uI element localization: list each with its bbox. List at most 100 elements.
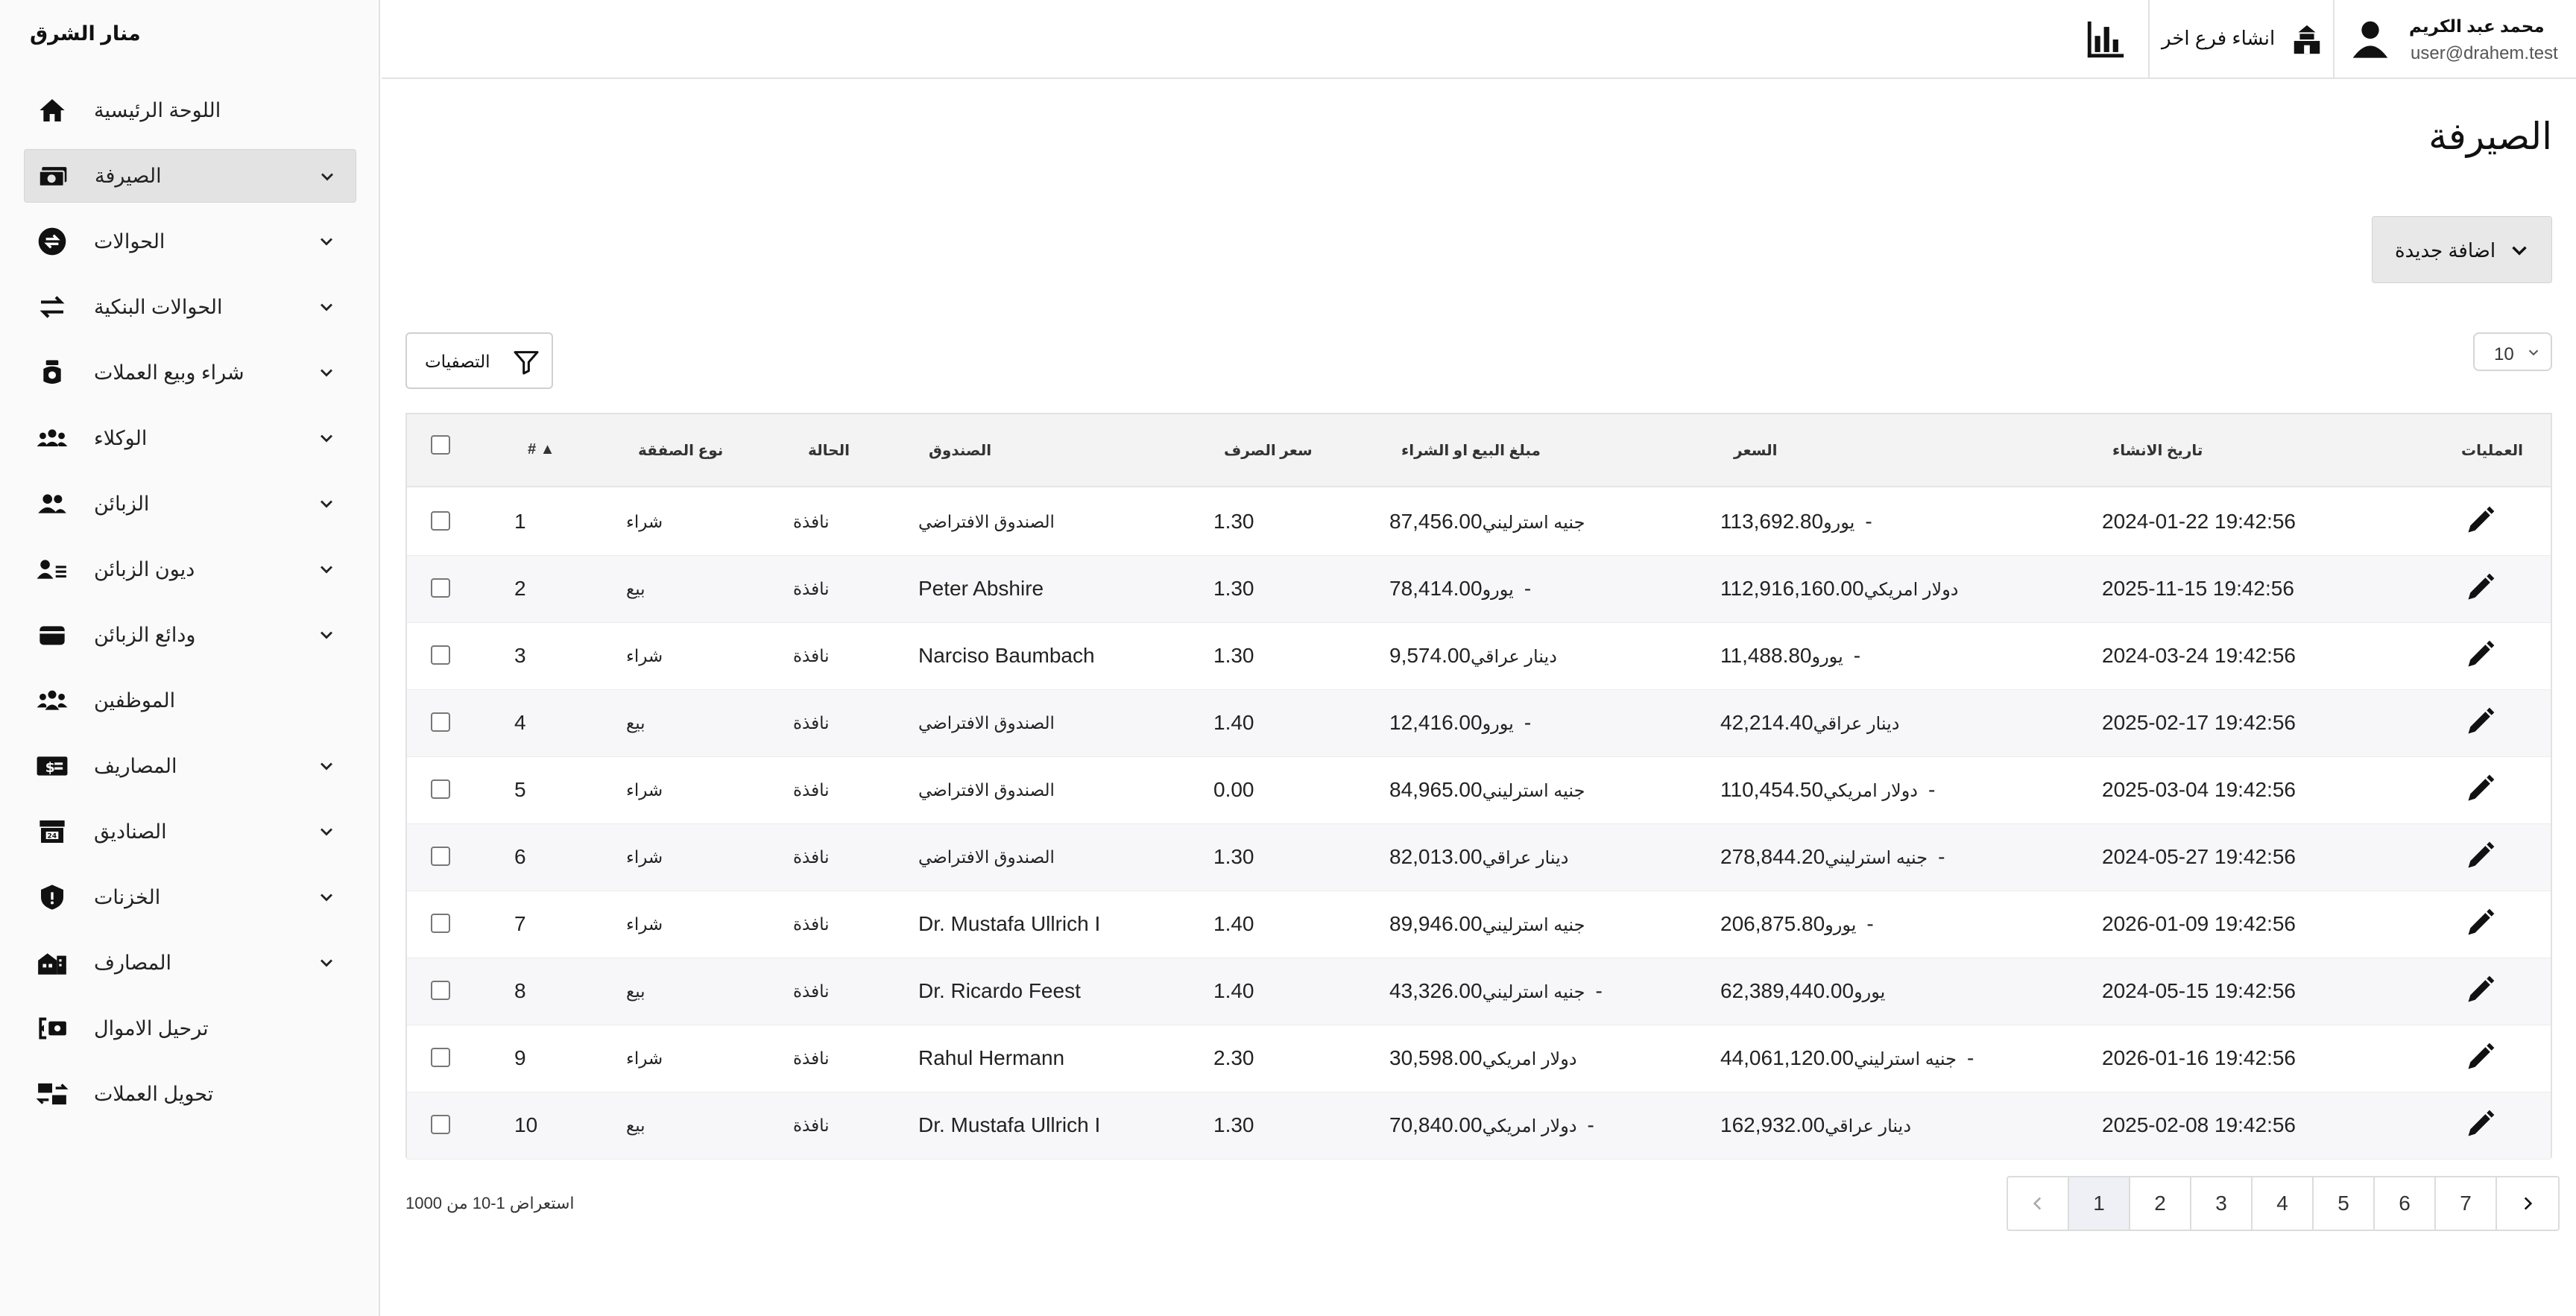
cell-fund: الصندوق الافتراضي <box>918 780 1055 800</box>
page-button[interactable]: 3 <box>2191 1177 2253 1230</box>
sidebar-item-employees[interactable]: الموظفين <box>24 674 356 727</box>
edit-pencil-icon[interactable] <box>2464 973 2497 1006</box>
row-checkbox[interactable] <box>431 645 450 665</box>
sidebar-item-funds[interactable]: 24 الصناديق <box>24 805 356 858</box>
table-row[interactable]: 6 شراء نافذة الصندوق الافتراضي 1.30 دينار عرا… <box>407 824 2551 891</box>
edit-pencil-icon[interactable] <box>2464 638 2497 671</box>
row-checkbox[interactable] <box>431 981 450 1000</box>
cell-rate: 1.30 <box>1213 644 1254 667</box>
page-size-select[interactable]: 10 <box>2473 332 2552 371</box>
price-value: 42,214.40 <box>1720 711 1813 734</box>
table-row[interactable]: 1 شراء نافذة الصندوق الافتراضي 1.30 جنيه استر… <box>407 489 2551 556</box>
cell-id: 6 <box>514 845 526 868</box>
cell-created-at: 2024-05-15 19:42:56 <box>2102 979 2296 1002</box>
page-button[interactable]: 5 <box>2314 1177 2375 1230</box>
sidebar-item-treasuries[interactable]: الخزنات <box>24 870 356 924</box>
cell-fund: Rahul Hermann <box>918 1046 1065 1069</box>
page-button[interactable]: 7 <box>2436 1177 2497 1230</box>
sidebar-item-transfers[interactable]: الحوالات <box>24 215 356 268</box>
cell-rate: 1.40 <box>1213 711 1254 734</box>
edit-pencil-icon[interactable] <box>2464 772 2497 805</box>
sidebar-item-currency-conversion[interactable]: تحويل العملات <box>24 1067 356 1121</box>
page-button[interactable]: 6 <box>2375 1177 2436 1230</box>
cell-created-at: 2025-11-15 19:42:56 <box>2102 577 2294 600</box>
row-checkbox[interactable] <box>431 1048 450 1067</box>
row-checkbox[interactable] <box>431 1115 450 1134</box>
sidebar-item-customer-debts[interactable]: ديون الزبائن <box>24 542 356 596</box>
cell-status: نافذة <box>793 1116 830 1135</box>
table-row[interactable]: 3 شراء نافذة Narciso Baumbach 1.30 دينار عراق… <box>407 623 2551 690</box>
user-email: user@drahem.test <box>2411 43 2558 63</box>
select-all-checkbox[interactable] <box>431 435 450 455</box>
table-row[interactable]: 5 شراء نافذة الصندوق الافتراضي 0.00 جنيه استر… <box>407 757 2551 824</box>
row-checkbox[interactable] <box>431 712 450 732</box>
sidebar-item-customers[interactable]: الزبائن <box>24 477 356 531</box>
cell-id: 3 <box>514 644 526 667</box>
amount-currency: دولار امريكي <box>1482 1116 1577 1136</box>
row-checkbox[interactable] <box>431 578 450 598</box>
row-checkbox[interactable] <box>431 847 450 866</box>
cell-price: يورو62,389,440.00 <box>1720 979 1895 1003</box>
prev-page-button[interactable] <box>2008 1177 2069 1230</box>
header-id[interactable]: # ▲ <box>528 441 555 458</box>
edit-pencil-icon[interactable] <box>2464 571 2497 604</box>
sidebar-item-expenses[interactable]: $ المصاريف <box>24 739 356 793</box>
edit-pencil-icon[interactable] <box>2464 705 2497 738</box>
sidebar-item-agents[interactable]: الوكلاء <box>24 411 356 465</box>
sidebar-item-exchange[interactable]: الصيرفة <box>24 149 356 203</box>
sidebar-item-label: الحوالات البنكية <box>94 295 223 318</box>
cell-type: شراء <box>626 512 663 531</box>
header-type: نوع الصفقة <box>638 443 724 459</box>
row-checkbox[interactable] <box>431 511 450 531</box>
edit-pencil-icon[interactable] <box>2464 1107 2497 1140</box>
topbar-divider <box>2333 0 2334 79</box>
edit-pencil-icon[interactable] <box>2464 906 2497 939</box>
cell-created-at: 2024-01-22 19:42:56 <box>2102 510 2296 533</box>
page-button[interactable]: 1 <box>2069 1177 2130 1230</box>
cell-rate: 0.00 <box>1213 778 1254 801</box>
sidebar-item-banks[interactable]: المصارف <box>24 936 356 990</box>
sidebar-item-label: المصاريف <box>94 754 177 777</box>
home-icon <box>36 94 69 127</box>
row-checkbox[interactable] <box>431 779 450 799</box>
edit-pencil-icon[interactable] <box>2464 1040 2497 1073</box>
next-page-button[interactable] <box>2497 1177 2558 1230</box>
cell-amount: جنيه استرليني89,946.00 <box>1389 912 1596 936</box>
edit-pencil-icon[interactable] <box>2464 839 2497 872</box>
add-new-button[interactable]: اضافة جديدة <box>2372 216 2552 283</box>
table-row[interactable]: 2 بيع نافذة Peter Abshire 1.30 يورو78,414.00-… <box>407 556 2551 623</box>
table-row[interactable]: 8 بيع نافذة Dr. Ricardo Feest 1.40 جنيه استرل… <box>407 958 2551 1025</box>
sidebar-item-currency-trade[interactable]: شراء وبيع العملات <box>24 346 356 399</box>
price-currency: جنيه استرليني <box>1825 848 1928 868</box>
price-currency: جنيه استرليني <box>1854 1049 1957 1069</box>
table-row[interactable]: 10 بيع نافذة Dr. Mustafa Ullrich I 1.30 دولار… <box>407 1092 2551 1160</box>
sidebar-item-bank-transfers[interactable]: الحوالات البنكية <box>24 280 356 334</box>
sidebar-item-dashboard[interactable]: اللوحة الرئيسية <box>24 83 356 137</box>
data-table: # ▲ نوع الصفقة الحالة الصندوق سعر الصرف … <box>405 413 2552 1160</box>
filters-button[interactable]: التصفيات <box>405 332 553 389</box>
cell-amount: دينار عراقي9,574.00 <box>1389 644 1568 668</box>
create-branch-label: انشاء فرع اخر <box>2162 27 2276 49</box>
table-row[interactable]: 9 شراء نافذة Rahul Hermann 2.30 دولار امريكي3… <box>407 1025 2551 1092</box>
page-button[interactable]: 4 <box>2253 1177 2314 1230</box>
cell-created-at: 2025-02-08 19:42:56 <box>2102 1113 2296 1136</box>
create-branch-button[interactable]: انشاء فرع اخر <box>2151 0 2333 79</box>
sidebar-item-money-posting[interactable]: ترحيل الاموال <box>24 1002 356 1055</box>
topbar-divider <box>2148 0 2150 79</box>
row-checkbox[interactable] <box>431 914 450 933</box>
cell-status: نافذة <box>793 713 830 733</box>
page-button[interactable]: 2 <box>2130 1177 2191 1230</box>
wallet-icon <box>36 619 69 651</box>
price-value: 62,389,440.00 <box>1720 979 1854 1002</box>
edit-pencil-icon[interactable] <box>2464 504 2497 537</box>
cell-amount: يورو12,416.00- <box>1389 711 1531 735</box>
sidebar-item-customer-deposits[interactable]: ودائع الزبائن <box>24 608 356 662</box>
chevron-down-icon <box>321 828 332 836</box>
bar-chart-icon[interactable] <box>2084 18 2127 61</box>
cell-id: 5 <box>514 778 526 801</box>
user-avatar-icon[interactable] <box>2349 18 2391 60</box>
table-row[interactable]: 7 شراء نافذة Dr. Mustafa Ullrich I 1.40 جنيه … <box>407 891 2551 958</box>
table-row[interactable]: 4 بيع نافذة الصندوق الافتراضي 1.40 يورو12,416… <box>407 690 2551 757</box>
price-value: 162,932.00 <box>1720 1113 1825 1136</box>
cell-type: بيع <box>626 1116 645 1135</box>
